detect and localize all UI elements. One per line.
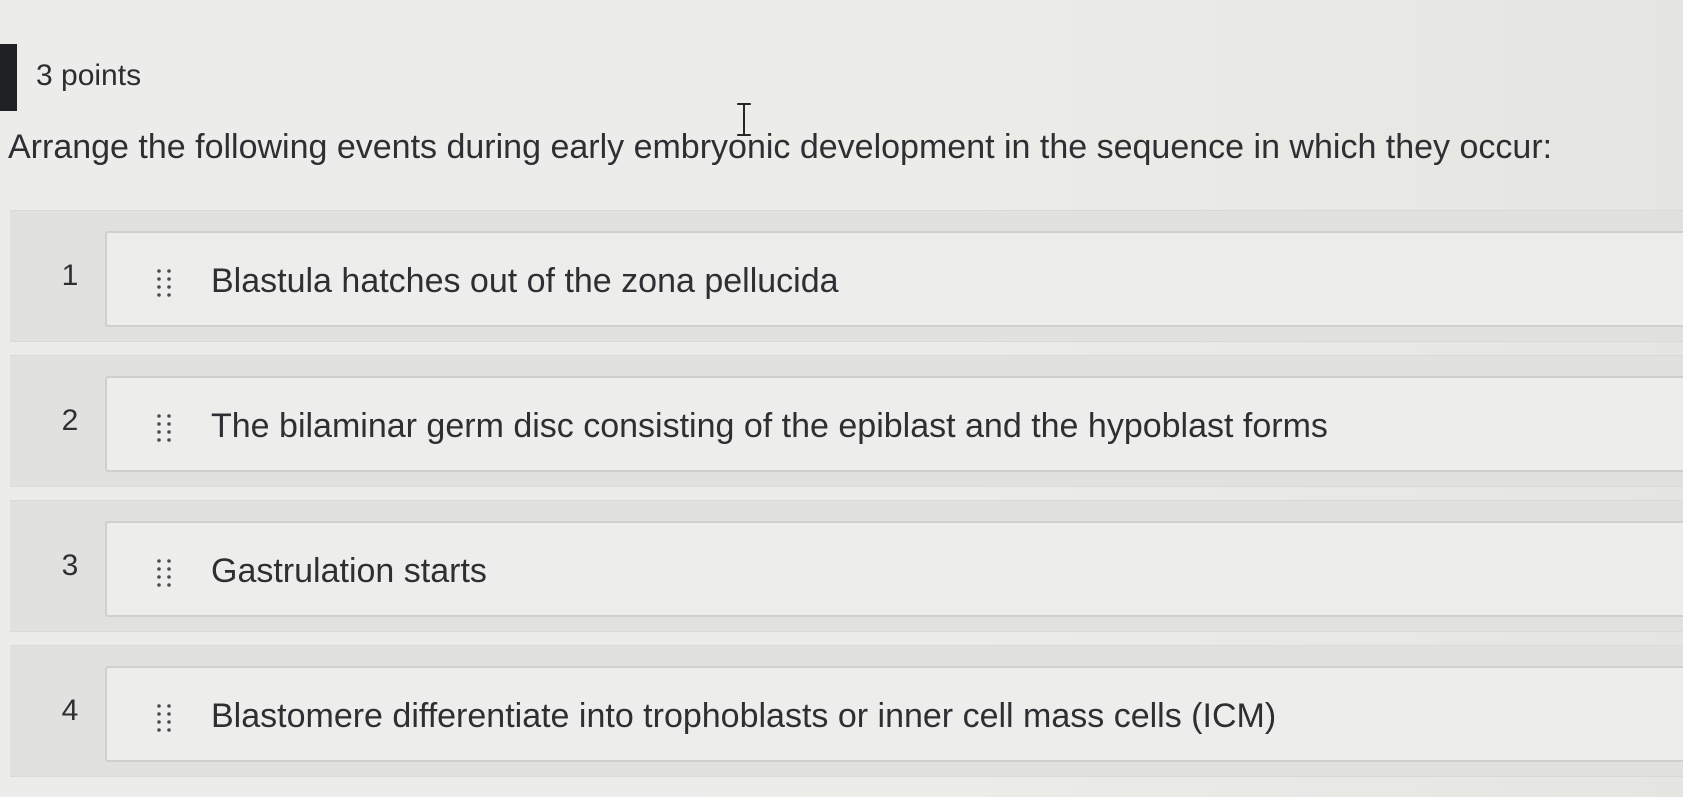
ordering-item-text: Gastrulation starts [211, 552, 487, 590]
drag-handle-icon[interactable] [155, 412, 173, 444]
ordering-item-text: The bilaminar germ disc consisting of th… [211, 407, 1328, 445]
order-number: 2 [61, 404, 79, 437]
order-number: 3 [61, 549, 79, 582]
drag-handle-icon[interactable] [155, 267, 173, 299]
ordering-row: 4 Blastomere differentiate into trophobl… [10, 645, 1683, 777]
draggable-ordering-item[interactable]: Blastomere differentiate into trophoblas… [105, 666, 1683, 762]
order-number: 1 [61, 259, 79, 292]
ordering-row: 3 Gastrulation starts [10, 500, 1683, 632]
question-marker [0, 44, 17, 111]
text-cursor-icon [737, 103, 751, 136]
drag-handle-icon[interactable] [155, 557, 173, 589]
quiz-question-page: 3 points Arrange the following events du… [0, 0, 1683, 797]
draggable-ordering-item[interactable]: Gastrulation starts [105, 521, 1683, 617]
order-number: 4 [61, 694, 79, 727]
ordering-row: 2 The bilaminar germ disc consisting of … [10, 355, 1683, 487]
ordering-item-text: Blastula hatches out of the zona pelluci… [211, 262, 839, 300]
drag-handle-icon[interactable] [155, 702, 173, 734]
draggable-ordering-item[interactable]: Blastula hatches out of the zona pelluci… [105, 231, 1683, 327]
ordering-item-text: Blastomere differentiate into trophoblas… [211, 697, 1277, 735]
question-points: 3 points [36, 59, 142, 92]
draggable-ordering-item[interactable]: The bilaminar germ disc consisting of th… [105, 376, 1683, 472]
ordering-row: 1 Blastula hatches out of the zona pellu… [10, 210, 1683, 342]
question-prompt: Arrange the following events during earl… [8, 128, 1553, 166]
